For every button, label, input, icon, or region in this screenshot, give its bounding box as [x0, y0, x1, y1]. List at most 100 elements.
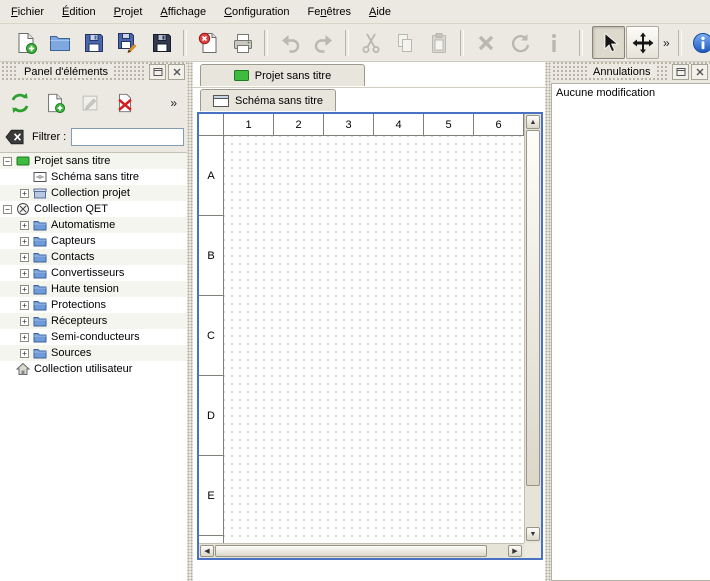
row-header-a: A: [199, 136, 224, 216]
toolbar-separator: [345, 30, 349, 56]
expand-expander-icon[interactable]: +: [20, 317, 29, 326]
column-header-3: 3: [324, 114, 374, 136]
elements-panel-titlebar[interactable]: Panel d'éléments: [0, 62, 187, 82]
save-all-button[interactable]: [145, 26, 178, 59]
menu-edition[interactable]: Édition: [53, 2, 105, 22]
tree-item-label: Protections: [50, 299, 106, 311]
close-file-icon: [197, 31, 221, 55]
expand-expander-icon[interactable]: +: [20, 333, 29, 342]
tree-item-recepteurs[interactable]: + Récepteurs: [0, 313, 187, 329]
elements-toolbar-overflow-chevron[interactable]: »: [167, 96, 180, 110]
redo-button[interactable]: [307, 26, 340, 59]
tab-schema-label: Schéma sans titre: [235, 95, 323, 107]
tab-schema[interactable]: Schéma sans titre: [200, 89, 336, 111]
undo-history-view[interactable]: Aucune modification: [551, 83, 710, 581]
filter-clear-button[interactable]: [3, 127, 27, 147]
tree-item-protections[interactable]: + Protections: [0, 297, 187, 313]
menu-configuration[interactable]: Configuration: [215, 2, 298, 22]
horizontal-scroll-thumb[interactable]: [215, 545, 487, 557]
element-info-button[interactable]: [537, 26, 570, 59]
reload-collections-button[interactable]: [7, 90, 33, 116]
tree-item-capteurs[interactable]: +Capteurs: [0, 233, 187, 249]
expand-expander-icon[interactable]: +: [20, 253, 29, 262]
print-button[interactable]: [226, 26, 259, 59]
expand-expander-icon[interactable]: +: [20, 221, 29, 230]
scroll-down-button[interactable]: ▼: [526, 527, 540, 541]
expand-expander-icon[interactable]: +: [20, 189, 29, 198]
menu-aide[interactable]: Aide: [360, 2, 400, 22]
edit-element-button[interactable]: [77, 90, 103, 116]
diagram-window: 123456 ABCDE ▲ ▼ ◀ ▶: [197, 112, 543, 560]
diagram-grid-canvas[interactable]: [224, 136, 524, 543]
tree-item-label: Récepteurs: [50, 315, 107, 327]
delete-button[interactable]: [469, 26, 502, 59]
pointer-select-button[interactable]: [592, 26, 625, 59]
move-view-button[interactable]: [626, 26, 659, 59]
scroll-left-button[interactable]: ◀: [200, 545, 214, 557]
tree-item-label: Projet sans titre: [33, 155, 110, 167]
folder-icon: [32, 298, 47, 312]
scroll-right-button[interactable]: ▶: [508, 545, 522, 557]
vertical-scroll-thumb[interactable]: [526, 130, 540, 486]
menu-fenetres[interactable]: Fenêtres: [299, 2, 360, 22]
tree-item-convertisseurs[interactable]: +Convertisseurs: [0, 265, 187, 281]
cut-button[interactable]: [354, 26, 387, 59]
expand-expander-icon[interactable]: +: [20, 237, 29, 246]
horizontal-scrollbar[interactable]: ◀ ▶: [199, 543, 524, 558]
tree-item-automatisme[interactable]: +Automatisme: [0, 217, 187, 233]
menu-projet[interactable]: Projet: [105, 2, 152, 22]
collapse-expander-icon[interactable]: −: [3, 157, 12, 166]
tree-item-contacts[interactable]: +Contacts: [0, 249, 187, 265]
delete-element-button[interactable]: [112, 90, 138, 116]
save-icon: [82, 31, 106, 55]
tree-item-sources[interactable]: +Sources: [0, 345, 187, 361]
elements-panel-title: Panel d'éléments: [18, 66, 114, 78]
tree-item-collection-qet[interactable]: −Collection QET: [0, 201, 187, 217]
new-element-button[interactable]: [42, 90, 68, 116]
expand-expander-icon[interactable]: +: [20, 349, 29, 358]
collapse-expander-icon[interactable]: −: [3, 205, 12, 214]
dock-close-button[interactable]: [168, 64, 185, 80]
about-info-button[interactable]: [687, 26, 710, 59]
close-file-button[interactable]: [192, 26, 225, 59]
undo-dock-titlebar[interactable]: Annulations: [551, 62, 710, 82]
open-project-button[interactable]: [43, 26, 76, 59]
tree-item-schema-sans-titre[interactable]: Schéma sans titre: [0, 169, 187, 185]
main-toolbar: » »: [0, 24, 710, 62]
menu-fichier[interactable]: Fichier: [2, 2, 53, 22]
menu-affichage[interactable]: Affichage: [151, 2, 215, 22]
expand-expander-icon[interactable]: +: [20, 301, 29, 310]
home-icon: [15, 362, 30, 376]
scrollbar-corner: [524, 543, 541, 558]
new-file-button[interactable]: [9, 26, 42, 59]
vertical-scrollbar[interactable]: ▲ ▼: [524, 114, 541, 543]
folder-icon: [32, 314, 47, 328]
tree-item-collection-projet[interactable]: + Collection projet: [0, 185, 187, 201]
rotate-icon: [508, 31, 532, 55]
dock-close-button[interactable]: [691, 64, 708, 80]
folder-icon: [32, 250, 47, 264]
paste-button[interactable]: [422, 26, 455, 59]
tool-group-overflow-chevron[interactable]: »: [660, 36, 673, 50]
tree-item-semi-conducteurs[interactable]: +Semi-conducteurs: [0, 329, 187, 345]
dock-float-button[interactable]: [672, 64, 689, 80]
dock-float-button[interactable]: [149, 64, 166, 80]
expand-expander-icon[interactable]: +: [20, 285, 29, 294]
pointer-cursor-icon: [597, 31, 621, 55]
row-header-c: C: [199, 296, 224, 376]
tab-project[interactable]: Projet sans titre: [200, 64, 365, 86]
copy-button[interactable]: [388, 26, 421, 59]
column-header-2: 2: [274, 114, 324, 136]
filter-row: Filtrer :: [0, 124, 187, 150]
scroll-up-button[interactable]: ▲: [526, 115, 540, 129]
tree-item-haute-tension[interactable]: +Haute tension: [0, 281, 187, 297]
tree-item-label: Collection projet: [50, 187, 130, 199]
save-button[interactable]: [77, 26, 110, 59]
tree-item-projet-sans-titre[interactable]: − Projet sans titre: [0, 153, 187, 169]
save-as-button[interactable]: [111, 26, 144, 59]
expand-expander-icon[interactable]: +: [20, 269, 29, 278]
filter-input[interactable]: [71, 128, 184, 146]
rotate-button[interactable]: [503, 26, 536, 59]
undo-button[interactable]: [273, 26, 306, 59]
tree-item-collection-utilisateur[interactable]: Collection utilisateur: [0, 361, 187, 377]
